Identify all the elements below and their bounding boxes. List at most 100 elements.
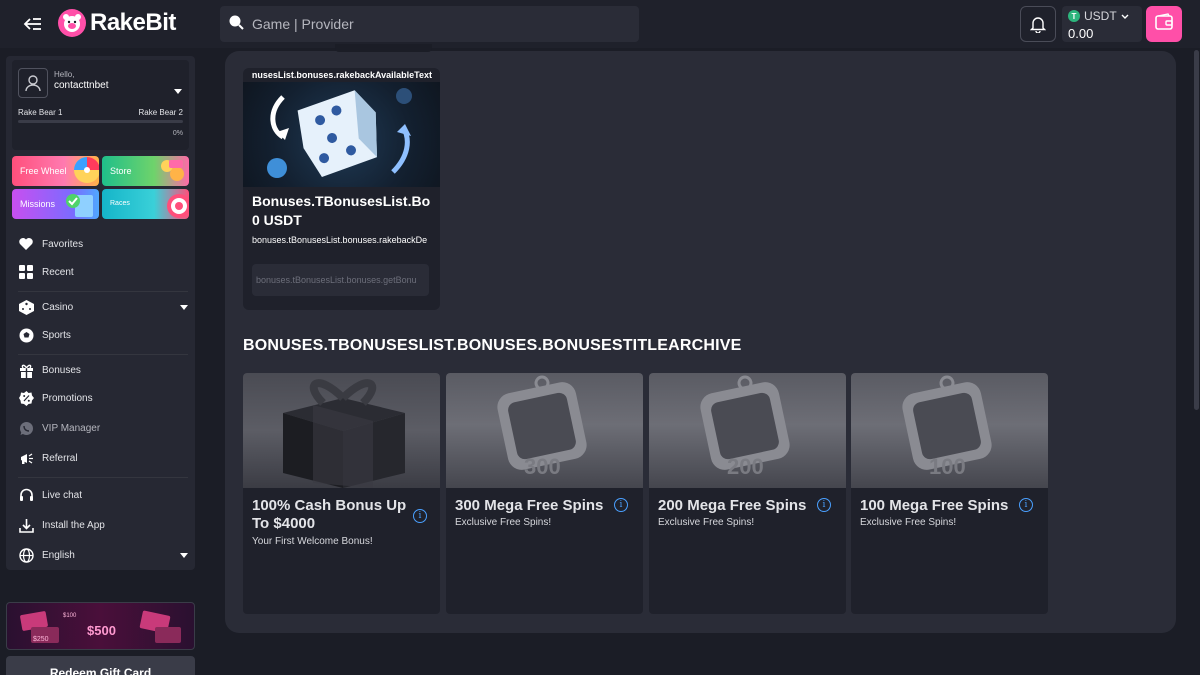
sidebar-item-label: Bonuses [42,364,81,376]
bonus-image-text: 300 [524,454,561,479]
sidebar-item-recent[interactable]: Recent [18,263,188,281]
sidebar-item-label: Install the App [42,519,105,531]
gift-card-amount: $500 [87,623,116,638]
sidebar-item-sports[interactable]: Sports [18,326,188,344]
percent-badge-icon [18,390,34,406]
sidebar-item-bonuses[interactable]: Bonuses [18,361,188,379]
sidebar-item-referral[interactable]: Referral [18,449,188,467]
redeem-gift-card-button[interactable]: Redeem Gift Card [6,656,195,675]
sidebar-item-label: Promotions [42,392,93,404]
sidebar-item-label: Casino [42,301,74,313]
main-panel-notch [335,44,432,52]
notifications-bell-icon[interactable] [1020,6,1056,42]
balance-selector[interactable]: T USDT 0.00 [1062,6,1142,42]
dice-illustration-icon [267,88,412,178]
soccer-ball-icon [18,327,34,343]
races-button[interactable]: Races [102,189,189,219]
bonus-image-text: 200 [727,454,764,479]
target-icon [167,194,189,218]
level-progress-bar [18,120,183,123]
collapse-sidebar-icon[interactable] [22,14,44,34]
sidebar-item-vip-manager[interactable]: VIP Manager [18,419,188,437]
language-selector[interactable]: English [18,546,188,564]
avatar[interactable] [18,68,48,98]
chevron-down-icon [180,303,188,314]
search-icon [228,14,244,35]
wallet-icon [1154,12,1174,36]
info-icon[interactable]: i [1019,498,1033,512]
sidebar-item-label: Sports [42,329,71,341]
sidebar-item-label: VIP Manager [42,422,101,434]
heart-icon [18,236,34,252]
bonus-image: 200 [649,373,846,488]
info-icon[interactable]: i [614,498,628,512]
gift-box-icon [283,379,405,488]
rakeback-card: nusesList.bonuses.rakebackAvailableText [243,68,440,310]
bear-logo-icon [58,9,86,37]
currency-row[interactable]: T USDT [1068,9,1129,23]
level-progress-label: 0% [172,130,183,137]
chevron-down-icon [180,551,188,562]
info-icon[interactable]: i [817,498,831,512]
chevron-down-icon [1121,9,1129,23]
sidebar-item-promotions[interactable]: Promotions [18,389,188,407]
missions-button[interactable]: Missions [12,189,99,219]
page-scrollbar[interactable] [1194,50,1199,410]
store-label: Store [110,166,132,176]
sidebar-item-label: Favorites [42,238,84,250]
sidebar-item-install-app[interactable]: Install the App [18,516,188,534]
currency-label: USDT [1084,9,1117,23]
bonus-image: 300 [446,373,643,488]
divider [18,477,188,478]
sidebar-item-favorites[interactable]: Favorites [18,235,188,253]
whatsapp-icon [18,420,34,436]
rakeback-available-text: nusesList.bonuses.rakebackAvailableText [251,70,432,80]
bonus-image: 100 [851,373,1048,488]
bonus-subtitle: Your First Welcome Bonus! [252,536,373,547]
download-icon [18,517,34,533]
megaphone-icon [18,450,34,466]
bonus-title: 300 Mega Free Spins [455,497,604,514]
bonus-card[interactable]: 300 300 Mega Free Spins i Exclusive Free… [446,373,643,614]
search-bar[interactable] [220,6,639,42]
slot-machine-icon: 300 [497,375,587,479]
tether-icon: T [1068,10,1080,22]
gift-card-small-amount: $100 [63,613,77,619]
next-level: Rake Bear 2 [138,108,183,117]
bonus-card[interactable]: 100% Cash Bonus Up To $4000 i Your First… [243,373,440,614]
store-coins-icon [161,160,184,181]
store-button[interactable]: Store [102,156,189,186]
grid-icon [18,264,34,280]
races-label: Races [110,200,130,207]
archive-title: BONUSES.TBONUSESLIST.BONUSES.BONUSESTITL… [243,337,742,354]
wallet-button[interactable] [1146,6,1182,42]
headset-icon [18,487,34,503]
brand-logo[interactable]: RakeBit [58,9,176,37]
slot-machine-icon: 100 [902,375,992,479]
rakeback-image [243,82,440,187]
globe-icon [18,547,34,563]
sidebar-item-casino[interactable]: Casino [18,298,188,316]
bonus-subtitle: Exclusive Free Spins! [455,517,552,528]
user-menu-chevron-icon[interactable] [174,82,182,100]
info-icon[interactable]: i [413,509,427,523]
rakeback-description: bonuses.tBonusesList.bonuses.rakebackDe [252,235,428,245]
sidebar-item-label: Live chat [42,489,83,501]
bonus-card[interactable]: 100 100 Mega Free Spins i Exclusive Free… [851,373,1048,614]
sidebar: Hello, contacttnbet Rake Bear 1 Rake Bea… [6,56,195,570]
gift-card-art-right-icon [139,610,181,643]
free-wheel-button[interactable]: Free Wheel [12,156,99,186]
sidebar-item-label: Referral [42,452,78,464]
top-bar: RakeBit T USDT 0.00 [0,0,1200,48]
get-bonus-button[interactable]: bonuses.tBonusesList.bonuses.getBonu [252,264,429,296]
rakeback-value: 0 USDT [252,212,302,228]
slot-machine-icon: 200 [700,375,790,479]
rakeback-title: Bonuses.TBonusesList.Bo [252,193,431,209]
search-input[interactable] [252,16,612,32]
sidebar-item-live-chat[interactable]: Live chat [18,486,188,504]
gift-card-banner[interactable]: $100 $500 $250 [6,602,195,650]
bonus-subtitle: Exclusive Free Spins! [860,517,957,528]
missions-label: Missions [20,199,56,209]
balance-value: 0.00 [1068,26,1094,41]
bonus-card[interactable]: 200 200 Mega Free Spins i Exclusive Free… [649,373,846,614]
